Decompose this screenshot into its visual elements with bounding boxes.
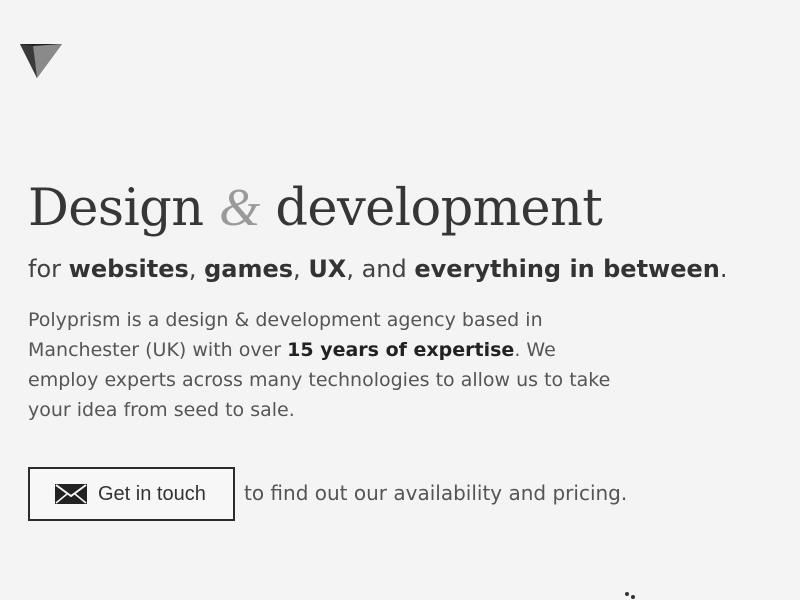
tagline-separator: , xyxy=(293,255,309,283)
tagline-prefix: for xyxy=(28,255,69,283)
service-ux: UX xyxy=(308,255,347,283)
headline-development: development xyxy=(275,179,603,238)
tagline-suffix: . xyxy=(719,255,728,283)
page-title: Design & development xyxy=(28,176,768,241)
tagline-separator: , and xyxy=(346,255,415,283)
service-websites: websites xyxy=(68,255,189,283)
company-intro: Polyprism is a design & development agen… xyxy=(28,305,624,425)
loading-dot xyxy=(631,595,635,599)
get-in-touch-button[interactable]: Get in touch xyxy=(28,467,235,521)
envelope-icon xyxy=(55,484,87,504)
hero-section: Design & development for websites, games… xyxy=(28,176,768,521)
headline-design: Design xyxy=(28,179,204,238)
services-tagline: for websites, games, UX, and everything … xyxy=(28,253,768,285)
loading-dots-icon xyxy=(624,591,638,600)
polyprism-logo-icon[interactable] xyxy=(20,43,62,79)
service-everything: everything in between xyxy=(414,255,720,283)
availability-pricing-text: to find out our availability and pricing… xyxy=(244,480,628,505)
expertise-highlight: 15 years of expertise xyxy=(287,339,515,361)
headline-ampersand: & xyxy=(219,179,260,237)
loading-dot xyxy=(625,592,629,596)
get-in-touch-label: Get in touch xyxy=(98,482,206,505)
tagline-separator: , xyxy=(188,255,205,283)
contact-call-to-action: Get in touch to find out our availabilit… xyxy=(28,467,768,521)
service-games: games xyxy=(204,255,294,283)
